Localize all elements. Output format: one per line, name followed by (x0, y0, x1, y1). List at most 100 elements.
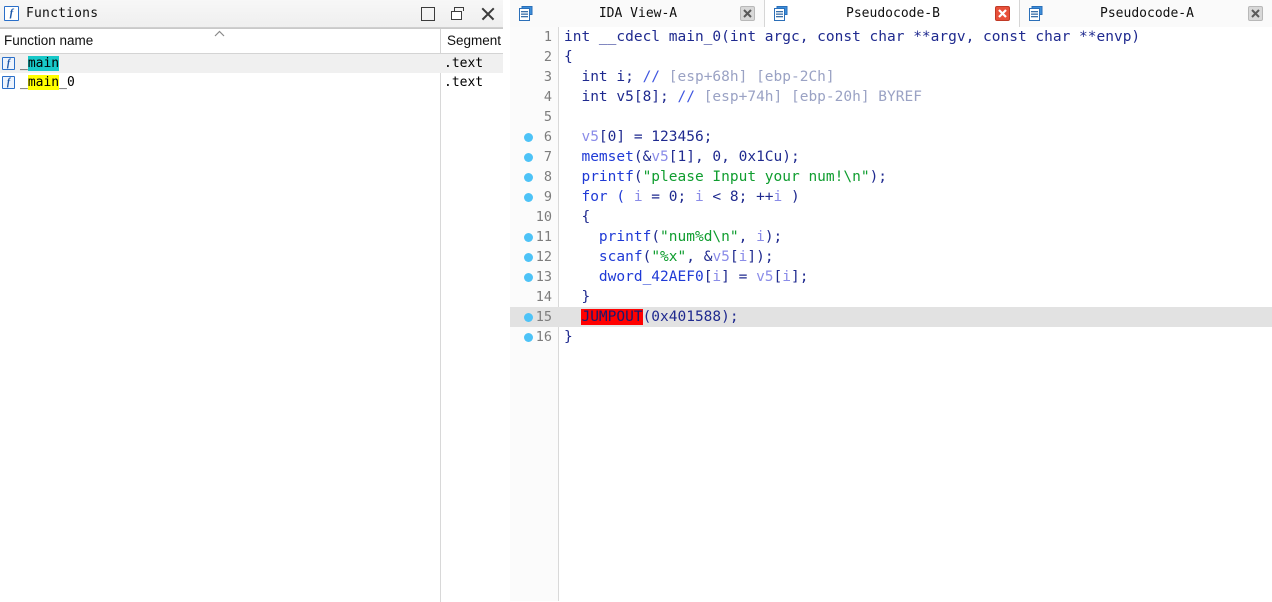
function-f-icon: f (4, 6, 19, 21)
code-token: [ (729, 249, 739, 265)
code-function: scanf (564, 249, 643, 265)
code-token: = 0; (642, 189, 695, 205)
code-token: ) (782, 189, 800, 205)
code-string: "please Input your num!\n" (642, 169, 870, 185)
tab-ida-view-a[interactable]: IDA View-A (510, 0, 765, 27)
cascade-button[interactable] (451, 6, 465, 21)
segment-cell: .text (444, 56, 484, 71)
close-icon[interactable] (740, 6, 755, 21)
function-name-highlight: main (27, 75, 60, 90)
line-number: 11 (535, 229, 552, 245)
table-row[interactable]: f _main .text (0, 54, 503, 73)
close-button[interactable] (481, 7, 495, 21)
line-number: 5 (543, 109, 552, 125)
column-header-function-name-label: Function name (4, 33, 94, 48)
line-number: 1 (543, 29, 552, 45)
tab-pseudocode-a[interactable]: Pseudocode-A (1020, 0, 1272, 27)
tab-label: Pseudocode-A (1100, 6, 1194, 21)
close-icon[interactable] (995, 6, 1010, 21)
code-line[interactable]: 1 int __cdecl main_0(int argc, const cha… (510, 27, 1272, 47)
code-token: ]; (791, 269, 809, 285)
line-number: 16 (535, 329, 552, 345)
line-number: 10 (535, 209, 552, 225)
code-token: { (564, 209, 591, 225)
code-variable: i (773, 189, 783, 205)
code-token: { (564, 49, 573, 65)
line-number: 6 (543, 129, 552, 145)
code-variable: v5 (712, 249, 730, 265)
code-token: [1], 0, 0x1Cu); (668, 149, 800, 165)
column-header-function-name[interactable]: Function name (0, 28, 440, 53)
code-line[interactable]: 3 int i; // [esp+68h] [ebp-2Ch] (510, 67, 1272, 87)
code-variable: i (756, 229, 765, 245)
line-number: 14 (535, 289, 552, 305)
code-token: ]); (747, 249, 774, 265)
tab-pseudocode-b[interactable]: Pseudocode-B (765, 0, 1020, 28)
line-number: 4 (543, 89, 552, 105)
restore-button[interactable] (421, 6, 435, 21)
code-variable: i (633, 189, 643, 205)
document-icon (519, 5, 536, 22)
code-token: ( (642, 249, 652, 265)
close-icon[interactable] (1248, 6, 1263, 21)
code-token: (& (633, 149, 652, 165)
functions-column-header: Function name Segment (0, 28, 503, 54)
line-number: 7 (543, 149, 552, 165)
code-line[interactable]: 4 int v5[8]; // [esp+74h] [ebp-20h] BYRE… (510, 87, 1272, 107)
pseudocode-editor[interactable]: 1 int __cdecl main_0(int argc, const cha… (510, 27, 1272, 601)
functions-column-divider (440, 54, 441, 602)
code-token: < 8; ++ (703, 189, 774, 205)
code-global: dword_42AEF0 (564, 269, 704, 285)
code-token: ( (633, 169, 643, 185)
code-line[interactable]: 9 for ( i = 0; i < 8; ++i ) (510, 187, 1272, 207)
comment-marker: // (642, 69, 661, 85)
column-header-segment[interactable]: Segment (440, 28, 503, 53)
function-name-cell: _main_0 (20, 75, 442, 90)
panel-splitter[interactable] (503, 0, 510, 601)
table-row[interactable]: f _main_0 .text (0, 73, 503, 92)
code-token: } (564, 289, 591, 305)
code-token: [0] = 123456; (598, 129, 713, 145)
code-line[interactable]: 15 JUMPOUT(0x401588); (510, 307, 1272, 327)
code-token: [ (773, 269, 783, 285)
code-line[interactable]: 14 } (510, 287, 1272, 307)
code-function: printf (564, 169, 634, 185)
code-line[interactable]: 10 { (510, 207, 1272, 227)
code-token: } (564, 329, 573, 345)
line-number: 8 (543, 169, 552, 185)
code-token: int __cdecl main_0(int argc, const char … (564, 29, 1141, 45)
document-icon (774, 5, 791, 22)
code-token: , & (686, 249, 713, 265)
code-keyword: for ( (564, 189, 634, 205)
code-line[interactable]: 16 } (510, 327, 1272, 347)
code-line[interactable]: 13 dword_42AEF0[i] = v5[i]; (510, 267, 1272, 287)
line-number: 3 (543, 69, 552, 85)
functions-list[interactable]: f _main .text f _main_0 .text (0, 54, 503, 602)
line-number: 15 (535, 309, 552, 325)
window-buttons (421, 0, 495, 27)
line-number: 13 (535, 269, 552, 285)
code-variable: i (782, 269, 792, 285)
code-token: int v5[8]; (564, 89, 678, 105)
code-line[interactable]: 6 v5[0] = 123456; (510, 127, 1272, 147)
function-name-suffix: _0 (59, 75, 75, 90)
code-token: int i; (564, 69, 643, 85)
sort-ascending-chevron-icon (214, 30, 225, 37)
code-line[interactable]: 8 printf("please Input your num!\n"); (510, 167, 1272, 187)
code-line[interactable]: 7 memset(&v5[1], 0, 0x1Cu); (510, 147, 1272, 167)
code-line[interactable]: 12 scanf("%x", &v5[i]); (510, 247, 1272, 267)
functions-panel: f Functions Function name Segment f _mai… (0, 0, 503, 602)
code-variable: i (694, 189, 704, 205)
code-variable: v5 (651, 149, 669, 165)
code-line[interactable]: 11 printf("num%d\n", i); (510, 227, 1272, 247)
code-token: ] = (721, 269, 757, 285)
code-variable: v5 (564, 129, 599, 145)
document-icon (1029, 5, 1046, 22)
code-function: printf (564, 229, 652, 245)
code-line[interactable]: 2 { (510, 47, 1272, 67)
tab-label: Pseudocode-B (846, 6, 940, 21)
code-line[interactable]: 5 (510, 107, 1272, 127)
line-number: 9 (543, 189, 552, 205)
code-comment: [esp+74h] [ebp-20h] BYREF (694, 89, 922, 105)
